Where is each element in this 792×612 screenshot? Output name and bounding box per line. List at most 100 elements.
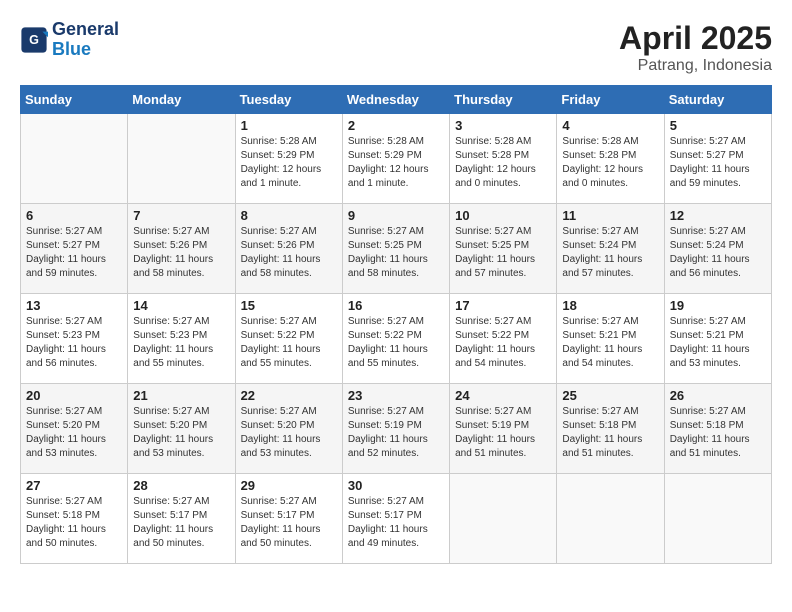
calendar-week-row: 6 Sunrise: 5:27 AM Sunset: 5:27 PM Daylig…: [21, 204, 772, 294]
calendar-day-cell: 21Sunrise: 5:27 AM Sunset: 5:20 PM Dayli…: [128, 384, 235, 474]
calendar-week-row: 1 Sunrise: 5:28 AM Sunset: 5:29 PM Daylig…: [21, 114, 772, 204]
logo-line1: General: [52, 20, 119, 40]
calendar-header-cell: Sunday: [21, 86, 128, 114]
calendar-day-cell: 16 Sunrise: 5:27 AM Sunset: 5:22 PM Dayli…: [342, 294, 449, 384]
calendar-header-cell: Tuesday: [235, 86, 342, 114]
day-number: 20: [26, 388, 122, 403]
calendar-day-cell: 26 Sunrise: 5:27 AM Sunset: 5:18 PM Dayli…: [664, 384, 771, 474]
day-number: 11: [562, 208, 658, 223]
title-block: April 2025 Patrang, Indonesia: [619, 20, 772, 75]
day-content: Sunrise: 5:27 AM Sunset: 5:23 PM Dayligh…: [133, 315, 229, 371]
calendar-day-cell: [557, 474, 664, 564]
calendar-day-cell: 17Sunrise: 5:27 AM Sunset: 5:22 PM Dayli…: [450, 294, 557, 384]
calendar-header-cell: Thursday: [450, 86, 557, 114]
day-content: Sunrise: 5:27 AM Sunset: 5:18 PM Dayligh…: [670, 405, 766, 461]
month-title: April 2025: [619, 20, 772, 57]
calendar-header-cell: Saturday: [664, 86, 771, 114]
logo-line2: Blue: [52, 40, 119, 60]
calendar-day-cell: 11Sunrise: 5:27 AM Sunset: 5:24 PM Dayli…: [557, 204, 664, 294]
day-number: 24: [455, 388, 551, 403]
svg-text:G: G: [29, 33, 39, 47]
day-number: 14: [133, 298, 229, 313]
calendar-header-row: SundayMondayTuesdayWednesdayThursdayFrid…: [21, 86, 772, 114]
day-number: 1: [241, 118, 337, 133]
day-number: 16: [348, 298, 444, 313]
day-number: 30: [348, 478, 444, 493]
calendar-table: SundayMondayTuesdayWednesdayThursdayFrid…: [20, 85, 772, 564]
day-number: 6: [26, 208, 122, 223]
calendar-day-cell: 8 Sunrise: 5:27 AM Sunset: 5:26 PM Daylig…: [235, 204, 342, 294]
day-content: Sunrise: 5:27 AM Sunset: 5:27 PM Dayligh…: [26, 225, 122, 281]
day-content: Sunrise: 5:27 AM Sunset: 5:21 PM Dayligh…: [562, 315, 658, 371]
logo-icon: G: [20, 26, 48, 54]
calendar-week-row: 27Sunrise: 5:27 AM Sunset: 5:18 PM Dayli…: [21, 474, 772, 564]
calendar-day-cell: 6 Sunrise: 5:27 AM Sunset: 5:27 PM Daylig…: [21, 204, 128, 294]
day-number: 13: [26, 298, 122, 313]
calendar-header-cell: Monday: [128, 86, 235, 114]
day-content: Sunrise: 5:27 AM Sunset: 5:20 PM Dayligh…: [26, 405, 122, 461]
calendar-day-cell: 13 Sunrise: 5:27 AM Sunset: 5:23 PM Dayli…: [21, 294, 128, 384]
day-content: Sunrise: 5:27 AM Sunset: 5:23 PM Dayligh…: [26, 315, 122, 371]
day-content: Sunrise: 5:27 AM Sunset: 5:20 PM Dayligh…: [241, 405, 337, 461]
day-content: Sunrise: 5:28 AM Sunset: 5:29 PM Dayligh…: [241, 135, 337, 191]
calendar-day-cell: 30Sunrise: 5:27 AM Sunset: 5:17 PM Dayli…: [342, 474, 449, 564]
day-content: Sunrise: 5:28 AM Sunset: 5:28 PM Dayligh…: [562, 135, 658, 191]
calendar-day-cell: 3 Sunrise: 5:28 AM Sunset: 5:28 PM Daylig…: [450, 114, 557, 204]
location: Patrang, Indonesia: [619, 57, 772, 75]
calendar-header-cell: Wednesday: [342, 86, 449, 114]
day-content: Sunrise: 5:27 AM Sunset: 5:22 PM Dayligh…: [241, 315, 337, 371]
day-number: 4: [562, 118, 658, 133]
calendar-day-cell: 5 Sunrise: 5:27 AM Sunset: 5:27 PM Daylig…: [664, 114, 771, 204]
day-content: Sunrise: 5:27 AM Sunset: 5:19 PM Dayligh…: [348, 405, 444, 461]
day-number: 15: [241, 298, 337, 313]
calendar-day-cell: 29Sunrise: 5:27 AM Sunset: 5:17 PM Dayli…: [235, 474, 342, 564]
calendar-week-row: 20 Sunrise: 5:27 AM Sunset: 5:20 PM Dayli…: [21, 384, 772, 474]
calendar-day-cell: 28 Sunrise: 5:27 AM Sunset: 5:17 PM Dayli…: [128, 474, 235, 564]
page-header: G General Blue April 2025 Patrang, Indon…: [20, 20, 772, 75]
calendar-day-cell: 24Sunrise: 5:27 AM Sunset: 5:19 PM Dayli…: [450, 384, 557, 474]
day-number: 2: [348, 118, 444, 133]
calendar-day-cell: 27Sunrise: 5:27 AM Sunset: 5:18 PM Dayli…: [21, 474, 128, 564]
day-number: 8: [241, 208, 337, 223]
day-content: Sunrise: 5:28 AM Sunset: 5:29 PM Dayligh…: [348, 135, 444, 191]
calendar-day-cell: 19 Sunrise: 5:27 AM Sunset: 5:21 PM Dayli…: [664, 294, 771, 384]
day-content: Sunrise: 5:27 AM Sunset: 5:27 PM Dayligh…: [670, 135, 766, 191]
day-content: Sunrise: 5:27 AM Sunset: 5:21 PM Dayligh…: [670, 315, 766, 371]
day-content: Sunrise: 5:27 AM Sunset: 5:18 PM Dayligh…: [26, 495, 122, 551]
day-number: 28: [133, 478, 229, 493]
day-number: 25: [562, 388, 658, 403]
calendar-day-cell: 14 Sunrise: 5:27 AM Sunset: 5:23 PM Dayli…: [128, 294, 235, 384]
day-number: 5: [670, 118, 766, 133]
logo: G General Blue: [20, 20, 119, 60]
day-number: 10: [455, 208, 551, 223]
calendar-day-cell: 20 Sunrise: 5:27 AM Sunset: 5:20 PM Dayli…: [21, 384, 128, 474]
day-content: Sunrise: 5:27 AM Sunset: 5:22 PM Dayligh…: [348, 315, 444, 371]
day-content: Sunrise: 5:27 AM Sunset: 5:26 PM Dayligh…: [241, 225, 337, 281]
day-number: 18: [562, 298, 658, 313]
calendar-day-cell: 2 Sunrise: 5:28 AM Sunset: 5:29 PM Daylig…: [342, 114, 449, 204]
calendar-day-cell: 22 Sunrise: 5:27 AM Sunset: 5:20 PM Dayli…: [235, 384, 342, 474]
day-content: Sunrise: 5:27 AM Sunset: 5:18 PM Dayligh…: [562, 405, 658, 461]
day-number: 26: [670, 388, 766, 403]
calendar-body: 1 Sunrise: 5:28 AM Sunset: 5:29 PM Daylig…: [21, 114, 772, 564]
calendar-day-cell: [664, 474, 771, 564]
day-content: Sunrise: 5:27 AM Sunset: 5:26 PM Dayligh…: [133, 225, 229, 281]
calendar-day-cell: 1 Sunrise: 5:28 AM Sunset: 5:29 PM Daylig…: [235, 114, 342, 204]
calendar-week-row: 13 Sunrise: 5:27 AM Sunset: 5:23 PM Dayli…: [21, 294, 772, 384]
day-number: 7: [133, 208, 229, 223]
day-number: 29: [241, 478, 337, 493]
day-content: Sunrise: 5:27 AM Sunset: 5:17 PM Dayligh…: [133, 495, 229, 551]
day-number: 22: [241, 388, 337, 403]
calendar-day-cell: 15 Sunrise: 5:27 AM Sunset: 5:22 PM Dayli…: [235, 294, 342, 384]
calendar-day-cell: 7 Sunrise: 5:27 AM Sunset: 5:26 PM Daylig…: [128, 204, 235, 294]
calendar-day-cell: 25 Sunrise: 5:27 AM Sunset: 5:18 PM Dayli…: [557, 384, 664, 474]
day-number: 9: [348, 208, 444, 223]
day-number: 23: [348, 388, 444, 403]
day-number: 19: [670, 298, 766, 313]
day-number: 3: [455, 118, 551, 133]
day-number: 21: [133, 388, 229, 403]
calendar-day-cell: 10Sunrise: 5:27 AM Sunset: 5:25 PM Dayli…: [450, 204, 557, 294]
day-content: Sunrise: 5:28 AM Sunset: 5:28 PM Dayligh…: [455, 135, 551, 191]
day-number: 12: [670, 208, 766, 223]
day-content: Sunrise: 5:27 AM Sunset: 5:25 PM Dayligh…: [348, 225, 444, 281]
